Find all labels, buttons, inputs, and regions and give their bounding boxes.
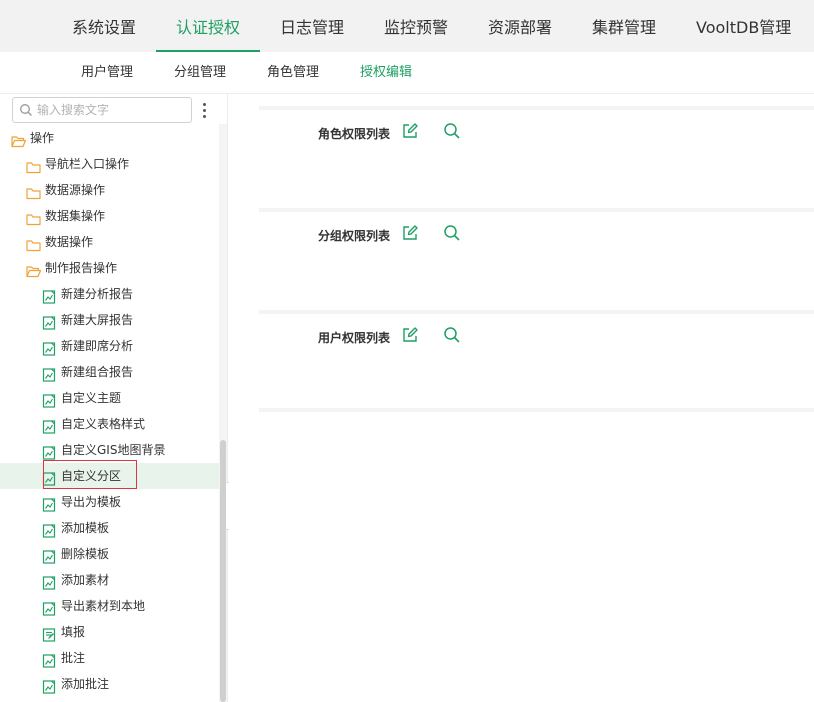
report-icon — [42, 651, 57, 668]
search-icon[interactable] — [443, 122, 461, 140]
tree-item[interactable]: 数据源操作 — [0, 177, 220, 203]
section-divider — [259, 208, 814, 212]
tree-item[interactable]: 数据操作 — [0, 229, 220, 255]
report-icon — [42, 339, 57, 356]
tree-item-label: 批注 — [61, 651, 86, 665]
tree-item[interactable]: 导航栏入口操作 — [0, 151, 220, 177]
sub-nav-user-mgmt[interactable]: 用户管理 — [81, 52, 133, 94]
tree-item[interactable]: 填报 — [0, 619, 220, 645]
edit-icon[interactable] — [401, 122, 419, 140]
tree-item-label: 添加批注 — [61, 677, 110, 691]
search-icon — [20, 104, 32, 116]
search-icon[interactable] — [443, 326, 461, 344]
report-icon — [42, 365, 57, 382]
tree-item[interactable]: 添加批注 — [0, 671, 220, 697]
folder-icon — [26, 183, 41, 200]
sidebar: 操作导航栏入口操作数据源操作数据集操作数据操作制作报告操作新建分析报告新建大屏报… — [0, 94, 228, 702]
tree-item-label: 新建组合报告 — [61, 365, 134, 379]
report-icon — [42, 313, 57, 330]
permission-content: 角色权限列表 分组权限列表 用户权限列表 — [229, 94, 814, 702]
tree-item[interactable]: 数据集操作 — [0, 203, 220, 229]
report-icon — [42, 443, 57, 460]
tree-item-label: 自定义表格样式 — [61, 417, 146, 431]
report-icon — [42, 677, 57, 694]
tree-item[interactable]: 新建即席分析 — [0, 333, 220, 359]
tree-item-label: 导出为模板 — [61, 495, 122, 509]
tree-item-label: 新建即席分析 — [61, 339, 134, 353]
tree-item-label: 新建大屏报告 — [61, 313, 134, 327]
tree-item[interactable]: 添加素材 — [0, 567, 220, 593]
edit-icon[interactable] — [401, 326, 419, 344]
report-icon — [42, 287, 57, 304]
tree-item[interactable]: 导出素材到本地 — [0, 593, 220, 619]
tree-item-label: 制作报告操作 — [45, 261, 118, 275]
tree-item-label: 导出素材到本地 — [61, 599, 146, 613]
top-nav-cluster[interactable]: 集群管理 — [592, 0, 656, 52]
role-permission-list-label: 角色权限列表 — [318, 127, 391, 141]
tree-item[interactable]: 批注 — [0, 645, 220, 671]
section-divider — [259, 408, 814, 412]
tree-item[interactable]: 添加模板 — [0, 515, 220, 541]
user-permission-list-label: 用户权限列表 — [318, 331, 391, 345]
tree-item[interactable]: 自定义分区 — [0, 460, 220, 489]
top-nav-monitor[interactable]: 监控预警 — [384, 0, 448, 52]
tree-item-label: 数据操作 — [45, 235, 94, 249]
tree-item[interactable]: 自定义表格样式 — [0, 411, 220, 437]
folder-open-icon — [11, 131, 27, 148]
tree-item[interactable]: 新建大屏报告 — [0, 307, 220, 333]
report-icon — [42, 391, 57, 408]
report-icon — [42, 547, 57, 564]
tree-item-label: 操作 — [30, 131, 55, 145]
edit-icon[interactable] — [401, 224, 419, 242]
search-input[interactable] — [37, 101, 187, 119]
scrollbar-thumb[interactable] — [220, 440, 226, 702]
top-nav-logs[interactable]: 日志管理 — [280, 0, 344, 52]
top-nav-vooltdb[interactable]: VooltDB管理 — [696, 0, 791, 52]
report-icon — [42, 573, 57, 590]
tree-item-label: 自定义主题 — [61, 391, 122, 405]
tree-item[interactable]: 导出为模板 — [0, 489, 220, 515]
section-divider — [259, 310, 814, 314]
report-icon — [42, 417, 57, 434]
sub-nav-auth-edit[interactable]: 授权编辑 — [360, 52, 412, 94]
top-nav-system-settings[interactable]: 系统设置 — [72, 0, 136, 52]
tree-item-label: 添加素材 — [61, 573, 110, 587]
tree-item[interactable]: 新建组合报告 — [0, 359, 220, 385]
sub-nav: 用户管理 分组管理 角色管理 授权编辑 — [0, 52, 814, 94]
tree-item-label: 填报 — [61, 625, 86, 639]
report-icon — [42, 521, 57, 538]
section-divider — [259, 106, 814, 110]
top-nav-deploy[interactable]: 资源部署 — [488, 0, 552, 52]
tree-item-label: 数据集操作 — [45, 209, 106, 223]
top-nav: 系统设置 认证授权 日志管理 监控预警 资源部署 集群管理 VooltDB管理 — [0, 0, 814, 52]
sub-nav-group-mgmt[interactable]: 分组管理 — [174, 52, 226, 94]
tree-item[interactable]: 制作报告操作 — [0, 255, 220, 281]
report-icon — [42, 495, 57, 512]
folder-icon — [26, 235, 41, 252]
folder-icon — [26, 157, 41, 174]
tree-item[interactable]: 操作 — [0, 125, 220, 151]
tree-item[interactable]: 自定义主题 — [0, 385, 220, 411]
tree-item-label: 数据源操作 — [45, 183, 106, 197]
tree-item-label: 添加模板 — [61, 521, 110, 535]
top-nav-auth[interactable]: 认证授权 — [156, 0, 260, 52]
tree-item[interactable]: 新建分析报告 — [0, 281, 220, 307]
form-icon — [42, 625, 57, 642]
tree-item-label: 新建分析报告 — [61, 287, 134, 301]
folder-icon — [26, 209, 41, 226]
tree-item-label: 导航栏入口操作 — [45, 157, 130, 171]
tree-item-label: 删除模板 — [61, 547, 110, 561]
focus-highlight-box — [43, 460, 137, 489]
report-icon — [42, 599, 57, 616]
folder-open-icon — [26, 261, 42, 278]
more-options-icon[interactable] — [198, 99, 212, 121]
search-icon[interactable] — [443, 224, 461, 242]
search-box — [12, 97, 192, 123]
group-permission-list-label: 分组权限列表 — [318, 229, 391, 243]
sub-nav-role-mgmt[interactable]: 角色管理 — [267, 52, 319, 94]
tree-item[interactable]: 删除模板 — [0, 541, 220, 567]
